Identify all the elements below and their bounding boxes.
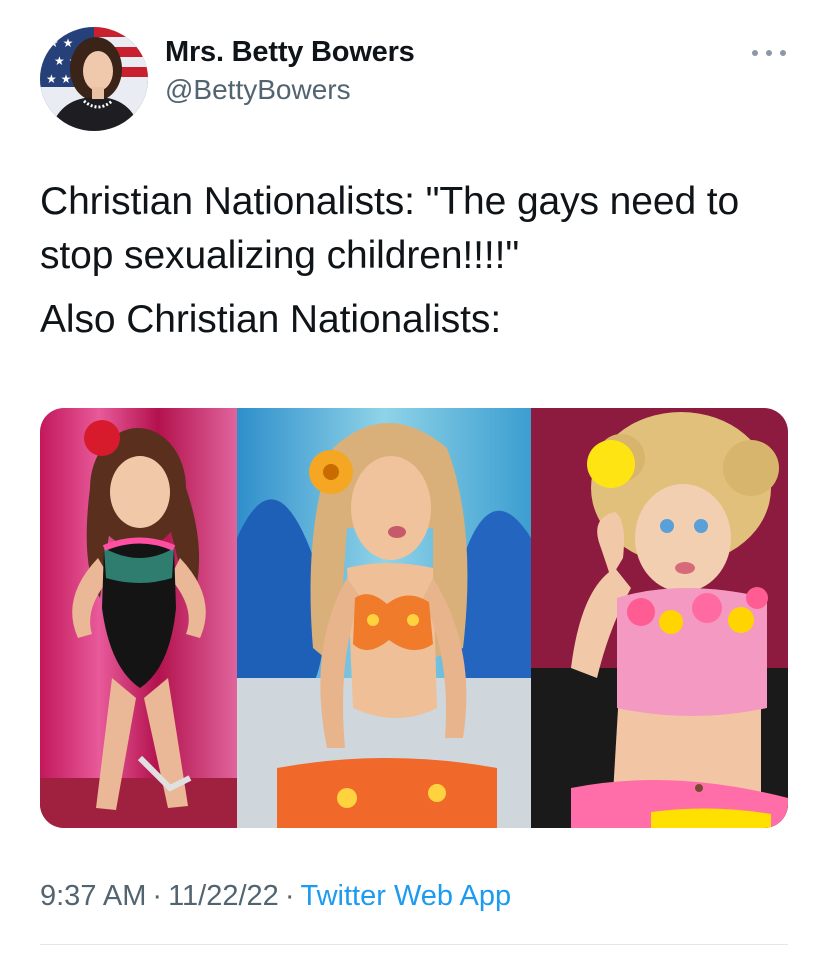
more-dot — [780, 50, 786, 56]
meta-separator: · — [152, 880, 163, 912]
tweet-header: ★ ★ ★ ★ ★ ★ Mrs. Betty Bowers @BettyBowe… — [40, 27, 788, 131]
more-dot — [766, 50, 772, 56]
author-display-name[interactable]: Mrs. Betty Bowers — [165, 35, 415, 69]
more-dot — [752, 50, 758, 56]
tweet-text-line-1: Christian Nationalists: "The gays need t… — [40, 180, 740, 277]
tweet-date[interactable]: 11/22/22 — [168, 880, 279, 912]
tweet-detail: ★ ★ ★ ★ ★ ★ Mrs. Betty Bowers @BettyBowe… — [0, 0, 828, 958]
meta-separator: · — [284, 880, 295, 912]
tweet-source-link[interactable]: Twitter Web App — [300, 880, 511, 912]
author-avatar[interactable]: ★ ★ ★ ★ ★ ★ — [40, 27, 148, 131]
author-handle[interactable]: @BettyBowers — [165, 73, 415, 107]
more-options-icon[interactable] — [752, 45, 786, 61]
media-photo-3[interactable] — [531, 408, 788, 828]
tweet-body: Christian Nationalists: "The gays need t… — [40, 175, 800, 347]
tweet-media[interactable] — [40, 408, 788, 828]
tweet-time[interactable]: 9:37 AM — [40, 880, 146, 912]
divider — [40, 944, 788, 945]
author-names: Mrs. Betty Bowers @BettyBowers — [165, 35, 415, 107]
svg-text:★ ★: ★ ★ — [46, 72, 71, 86]
tweet-meta: 9:37 AM · 11/22/22 · Twitter Web App — [40, 878, 511, 914]
tweet-text-line-2: Also Christian Nationalists: — [40, 298, 502, 341]
media-photo-2[interactable] — [237, 408, 531, 828]
media-photo-1[interactable] — [40, 408, 237, 828]
svg-text:★ ★: ★ ★ — [48, 36, 73, 50]
